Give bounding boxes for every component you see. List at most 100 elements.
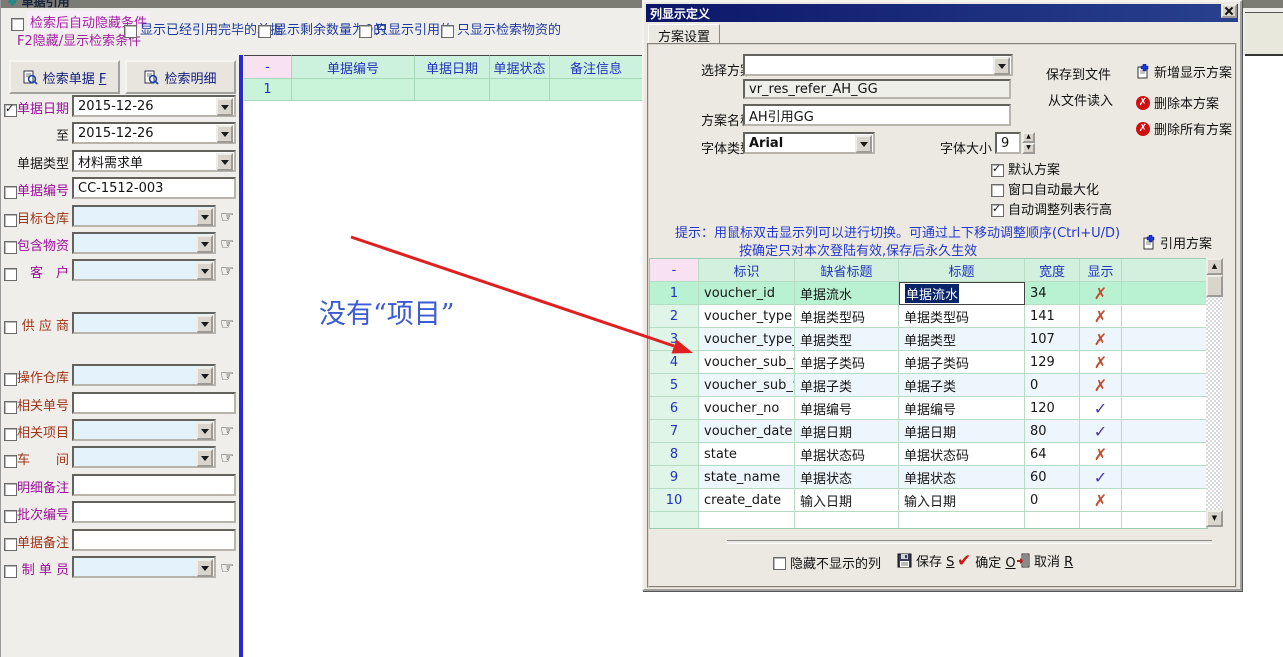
dialog-option-checkbox[interactable]: [991, 160, 1004, 179]
dialog-option-checkbox[interactable]: [991, 200, 1004, 219]
scroll-up-button[interactable]: ▲: [1206, 258, 1223, 275]
dropdown-button[interactable]: [196, 367, 213, 385]
form-combobox[interactable]: [72, 556, 216, 578]
table-row[interactable]: 7voucher_date单据日期单据日期80✓: [650, 420, 1207, 443]
width-cell[interactable]: 120: [1025, 397, 1080, 420]
width-cell[interactable]: 64: [1025, 443, 1080, 466]
pick-hand-icon[interactable]: ☞: [220, 558, 234, 577]
dialog-titlebar[interactable]: 列显示定义: [646, 4, 1238, 22]
column-header[interactable]: 显示: [1080, 259, 1122, 282]
table-row[interactable]: 1voucher_id单据流水单据流水34✗: [650, 282, 1207, 305]
form-combobox[interactable]: [72, 205, 216, 227]
save-to-file-link[interactable]: 保存到文件: [1046, 64, 1111, 83]
show-flag-cell[interactable]: ✗: [1080, 328, 1122, 351]
form-combobox[interactable]: [72, 312, 216, 334]
field-id-cell[interactable]: voucher_sub_type: [699, 374, 795, 397]
default-title-cell[interactable]: 单据类型: [795, 328, 899, 351]
default-title-cell[interactable]: 单据子类: [795, 374, 899, 397]
title-cell[interactable]: 单据状态码: [899, 443, 1025, 466]
spinner-down-button[interactable]: ▼: [1022, 143, 1035, 154]
form-text-input[interactable]: [72, 392, 236, 414]
field-id-cell[interactable]: voucher_type_nam: [699, 328, 795, 351]
row-number-cell[interactable]: 3: [650, 328, 699, 351]
table-row[interactable]: 6voucher_no单据编号单据编号120✓: [650, 397, 1207, 420]
results-col-voucher-no[interactable]: 单据编号: [292, 55, 415, 79]
default-title-cell[interactable]: 输入日期: [795, 489, 899, 512]
toolbar-checkbox[interactable]: [258, 21, 271, 40]
form-combobox[interactable]: [72, 419, 216, 441]
field-id-cell[interactable]: voucher_id: [699, 282, 795, 305]
table-row[interactable]: 3voucher_type_nam单据类型单据类型107✗: [650, 328, 1207, 351]
title-cell[interactable]: 单据状态: [899, 466, 1025, 489]
toolbar-checkbox[interactable]: [441, 21, 454, 40]
width-cell[interactable]: 0: [1025, 489, 1080, 512]
pick-hand-icon[interactable]: ☞: [220, 207, 234, 226]
table-row[interactable]: 2voucher_type单据类型码单据类型码141✗: [650, 305, 1207, 328]
column-header[interactable]: -: [650, 259, 699, 282]
search-vouchers-button[interactable]: 检索单据 F: [9, 60, 120, 94]
results-cell[interactable]: [415, 79, 490, 101]
row-number-cell[interactable]: 4: [650, 351, 699, 374]
form-text-input[interactable]: [72, 474, 236, 496]
form-combobox[interactable]: [72, 446, 216, 468]
table-row[interactable]: 5voucher_sub_type单据子类单据子类0✗: [650, 374, 1207, 397]
row-number-cell[interactable]: 10: [650, 489, 699, 512]
pick-hand-icon[interactable]: ☞: [220, 261, 234, 280]
title-cell[interactable]: 单据编号: [899, 397, 1025, 420]
dropdown-button[interactable]: [196, 315, 213, 333]
column-header[interactable]: 宽度: [1025, 259, 1080, 282]
pick-hand-icon[interactable]: ☞: [220, 366, 234, 385]
plan-name-input[interactable]: AH引用GG: [743, 104, 1011, 126]
spinner-up-button[interactable]: ▲: [1022, 132, 1035, 143]
form-combobox[interactable]: 2015-12-26: [72, 122, 236, 144]
delete-all-plans-button[interactable]: ✗ 删除所有方案: [1136, 119, 1232, 138]
row-number-cell[interactable]: 6: [650, 397, 699, 420]
table-scrollbar[interactable]: ▲ ▼: [1206, 258, 1223, 527]
row-number-cell[interactable]: 1: [650, 282, 699, 305]
default-title-cell[interactable]: 单据编号: [795, 397, 899, 420]
results-col-state[interactable]: 单据状态: [490, 55, 550, 79]
dropdown-button[interactable]: [216, 125, 233, 143]
field-id-cell[interactable]: voucher_type: [699, 305, 795, 328]
width-cell[interactable]: 107: [1025, 328, 1080, 351]
column-header[interactable]: 标识: [699, 259, 795, 282]
width-cell[interactable]: 60: [1025, 466, 1080, 489]
dropdown-button[interactable]: [196, 235, 213, 253]
width-cell[interactable]: 80: [1025, 420, 1080, 443]
field-id-cell[interactable]: voucher_no: [699, 397, 795, 420]
show-flag-cell[interactable]: ✗: [1080, 374, 1122, 397]
ok-button[interactable]: ✔ 确定 O: [957, 551, 1016, 571]
field-id-cell[interactable]: voucher_sub_type: [699, 351, 795, 374]
show-flag-cell[interactable]: ✓: [1080, 397, 1122, 420]
default-title-cell[interactable]: 单据流水: [795, 282, 899, 305]
default-title-cell[interactable]: 单据状态: [795, 466, 899, 489]
pick-hand-icon[interactable]: ☞: [220, 314, 234, 333]
width-cell[interactable]: 0: [1025, 374, 1080, 397]
form-combobox[interactable]: [72, 364, 216, 386]
dropdown-button[interactable]: [196, 449, 213, 467]
table-row[interactable]: 9state_name单据状态单据状态60✓: [650, 466, 1207, 489]
show-flag-cell[interactable]: ✓: [1080, 420, 1122, 443]
row-number-cell[interactable]: 2: [650, 305, 699, 328]
default-title-cell[interactable]: 单据日期: [795, 420, 899, 443]
dropdown-button[interactable]: [216, 98, 233, 116]
dropdown-button[interactable]: [196, 422, 213, 440]
title-cell[interactable]: 单据类型码: [899, 305, 1025, 328]
row-number-cell[interactable]: 8: [650, 443, 699, 466]
font-type-combobox[interactable]: Arial: [743, 132, 875, 154]
width-cell[interactable]: 129: [1025, 351, 1080, 374]
hide-hidden-columns-checkbox[interactable]: [773, 553, 786, 572]
form-text-input[interactable]: CC-1512-003: [72, 177, 236, 199]
field-id-cell[interactable]: state_name: [699, 466, 795, 489]
toolbar-checkbox[interactable]: [359, 21, 372, 40]
dropdown-button[interactable]: [196, 559, 213, 577]
save-button[interactable]: 保存 S: [897, 551, 954, 570]
field-id-cell[interactable]: voucher_date: [699, 420, 795, 443]
dropdown-button[interactable]: [216, 153, 233, 171]
tab-plan-settings[interactable]: 方案设置: [648, 24, 720, 45]
dropdown-button[interactable]: [993, 57, 1010, 75]
title-cell[interactable]: 单据类型: [899, 328, 1025, 351]
width-cell[interactable]: 34: [1025, 282, 1080, 305]
default-title-cell[interactable]: 单据子类码: [795, 351, 899, 374]
form-combobox[interactable]: 材料需求单: [72, 150, 236, 172]
